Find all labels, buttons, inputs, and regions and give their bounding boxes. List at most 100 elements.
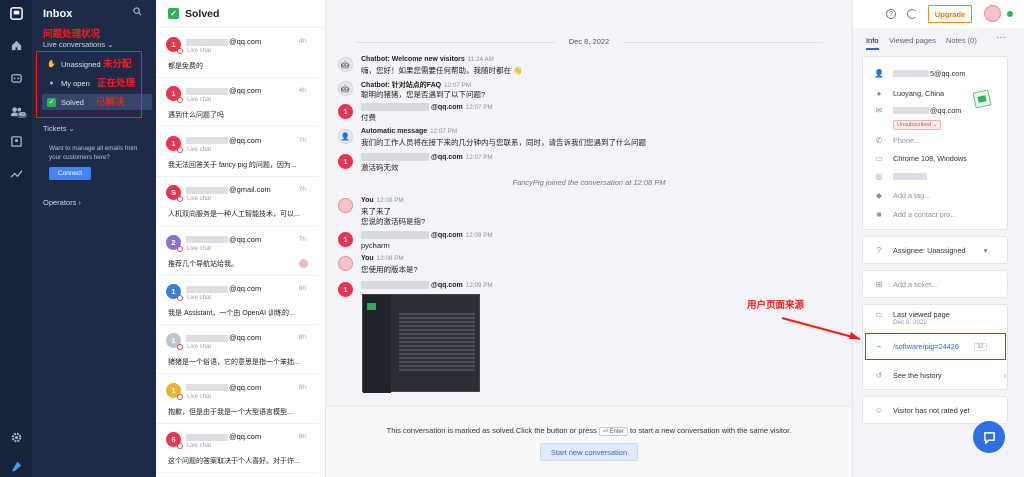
visitor-name: @qq.com: [186, 432, 261, 441]
ip-row: ◎: [874, 172, 927, 181]
list-item[interactable]: S @gmail.com Live chat 7h 人机双向服务是一种人工智能技术，可以…: [156, 176, 318, 227]
message-time: 12:08 PM: [376, 255, 404, 262]
channel-label: Live chat: [187, 146, 212, 153]
avatar: 1: [166, 333, 183, 351]
upgrade-button[interactable]: Upgrade: [928, 5, 972, 23]
sender-avatar: 🤖: [338, 81, 353, 96]
timestamp: 8h: [298, 433, 306, 441]
visitor-name: @qq.com: [186, 333, 261, 342]
sender-name: Automatic message: [361, 128, 428, 135]
add-ticket-text: Add a ticket...: [893, 280, 938, 289]
add-tag[interactable]: ◆ Add a tag...: [874, 191, 930, 200]
see-history[interactable]: ↺ See the history ›: [874, 371, 1006, 380]
connect-button[interactable]: Connect: [49, 167, 91, 180]
rating-text: Visitor has not rated yet: [893, 406, 970, 415]
assignee-text: Assignee: Unassigned: [893, 246, 966, 255]
visitor-email[interactable]: 👤 5@qq.com: [874, 69, 965, 78]
add-ticket[interactable]: ⊞ Add a ticket...: [874, 280, 938, 289]
list-item[interactable]: 1 @qq.com Live chat 8h 抱歉，但是由于我是一个大型语言模型...: [156, 374, 318, 424]
list-item[interactable]: 1 @qq.com Live chat 4h 遇到什么问题了吗: [156, 77, 318, 128]
tickets-toggle[interactable]: Tickets ⌄: [43, 124, 75, 133]
message-time: 12:08 PM: [465, 231, 493, 239]
avatar[interactable]: [984, 5, 1001, 22]
attached-screenshot[interactable]: [362, 294, 480, 393]
message-header: Chatbot: 针对站点的FAQ 12:07 PM: [361, 80, 471, 90]
status-dot: [177, 48, 183, 54]
start-new-conversation-button[interactable]: Start new conversation: [540, 443, 638, 461]
visitor-email: @qq.com: [229, 382, 262, 392]
sender-avatar: 👤: [338, 129, 353, 144]
contacts-icon[interactable]: [0, 130, 32, 152]
list-item[interactable]: 1 @qq.com Live chat 7h 我无法回答关于 fancy pig 的问题…: [156, 127, 318, 177]
status-dot: [177, 196, 183, 203]
channel-label: Live chat: [187, 295, 212, 301]
visitor-email-2[interactable]: ✉ @qq.com: [874, 106, 962, 115]
email-promo-text: Want to manage all emails from your cust…: [49, 145, 138, 161]
visitor-location: ● Luoyang, China: [874, 89, 945, 98]
timestamp: 4h: [298, 87, 306, 95]
redacted: [186, 38, 228, 46]
tab-notes[interactable]: Notes (0): [946, 36, 977, 45]
live-conversations-toggle[interactable]: Live conversations ⌄: [43, 40, 114, 49]
person-icon: 👤: [874, 69, 884, 78]
message-time: 12:09 PM: [465, 281, 493, 289]
message-text: 付费: [361, 113, 376, 122]
message-time: 12:07 PM: [465, 103, 493, 111]
help-icon[interactable]: ?: [886, 9, 896, 19]
list-item[interactable]: 1 @qq.com Live chat 4h 都是免费的: [156, 28, 318, 78]
visitor-browser: ▭ Chrome 108, Windows: [874, 154, 967, 163]
chat-launcher-button[interactable]: [973, 421, 1005, 453]
settings-icon[interactable]: [0, 426, 32, 448]
unsubscribed-badge[interactable]: Unsubscribed ⌄: [893, 120, 942, 130]
bot-icon[interactable]: [0, 66, 32, 88]
status-dot: [177, 146, 183, 153]
ticket-card[interactable]: ⊞ Add a ticket...: [862, 270, 1008, 298]
card-icon[interactable]: [972, 89, 992, 109]
last-viewed-date: Dec 8, 2022: [893, 319, 927, 326]
tab-info[interactable]: Info: [866, 36, 879, 50]
home-icon[interactable]: [0, 34, 32, 56]
sender-name: @qq.com: [431, 231, 463, 239]
message-preview: 猪猪是一个俗语，它的意思是指一个笨拙...: [168, 359, 300, 367]
more-icon[interactable]: ···: [996, 32, 1006, 43]
chevron-right-icon: ›: [1003, 371, 1007, 380]
monitor-icon: ▭: [875, 154, 883, 163]
avatar-initial: 1: [171, 287, 176, 296]
search-icon[interactable]: [133, 7, 142, 18]
solved-notice: This conversation is marked as solved.Cl…: [326, 426, 852, 436]
visitor-phone[interactable]: ✆ Phone...: [874, 136, 921, 145]
message-header: Chatbot: Welcome new visitors 11:24 AM: [361, 56, 494, 63]
redacted: [186, 87, 228, 95]
avatar: 2: [166, 234, 183, 252]
email2-text: @qq.com: [930, 106, 962, 115]
analytics-icon[interactable]: [0, 162, 32, 184]
add-contact-property[interactable]: ■ Add a contact pro...: [874, 210, 957, 219]
sync-icon[interactable]: [907, 9, 917, 19]
message-body: 我们的工作人员将在接下来的几分钟内与您联系，同时，请告诉我们您遇到了什么问题: [361, 138, 646, 148]
tab-viewed-pages[interactable]: Viewed pages: [889, 36, 936, 45]
assignee-card[interactable]: ? Assignee: Unassigned ▾: [862, 236, 1008, 264]
redacted: [361, 153, 429, 161]
sender-avatar: 🤖: [338, 57, 353, 72]
visitors-icon[interactable]: [0, 100, 32, 122]
visitor-email: @qq.com: [229, 135, 262, 145]
assignee-select[interactable]: ? Assignee: Unassigned ▾: [874, 246, 988, 255]
message-time: 11:24 AM: [467, 56, 494, 63]
operators-toggle[interactable]: Operators ›: [43, 198, 81, 207]
list-item[interactable]: 6 @qq.com Live chat 8h 这个问题的答案取决于个人喜好。对于许...: [156, 423, 318, 474]
annotation-unassigned: 未分配: [103, 59, 132, 70]
visitor-name: @qq.com: [186, 37, 261, 46]
list-item[interactable]: 2 @qq.com Live chat 7h 推荐几个导航站给我。: [156, 226, 318, 276]
avatar-initial: S: [170, 188, 176, 198]
app-rail: 49: [0, 0, 32, 477]
status-dot: [177, 344, 183, 351]
logo-icon[interactable]: [0, 2, 32, 24]
avatar-initial: 1: [171, 89, 176, 99]
list-item[interactable]: 1 @qq.com Live chat 8h 猪猪是一个俗语，它的意思是指一个笨拙...: [156, 324, 318, 375]
list-item[interactable]: 1 @qq.com Live chat 8h 我是 Assistant，一个由 Open…: [156, 275, 318, 325]
question-icon: ?: [876, 246, 882, 255]
sender-name: @qq.com: [431, 103, 463, 111]
history-icon: ↺: [875, 371, 883, 380]
timestamp: 8h: [298, 383, 306, 391]
channel-label: Live chat: [187, 344, 212, 351]
